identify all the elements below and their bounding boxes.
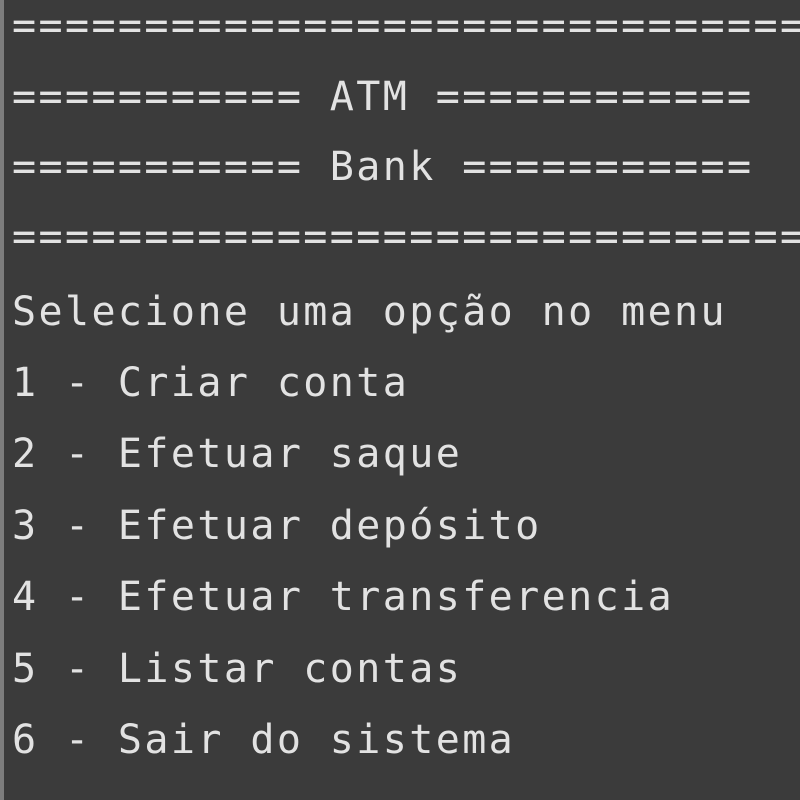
header-border-bottom: ============================== bbox=[12, 214, 800, 260]
header-bank-title: =========== Bank =========== bbox=[12, 144, 754, 190]
menu-option-efetuar-saque: 2 - Efetuar saque bbox=[12, 431, 463, 477]
menu-option-criar-conta: 1 - Criar conta bbox=[12, 360, 410, 406]
menu-option-sair-do-sistema: 6 - Sair do sistema bbox=[12, 717, 516, 763]
menu-option-listar-contas: 5 - Listar contas bbox=[12, 646, 463, 692]
header-border-top: ============================== bbox=[12, 3, 800, 49]
console-left-border bbox=[0, 0, 4, 800]
menu-option-efetuar-deposito: 3 - Efetuar depósito bbox=[12, 503, 542, 549]
menu-prompt: Selecione uma opção no menu bbox=[12, 289, 728, 335]
header-atm-title: =========== ATM ============ bbox=[12, 74, 754, 120]
console-window[interactable]: ============================== =========… bbox=[0, 0, 800, 800]
menu-option-efetuar-transferencia: 4 - Efetuar transferencia bbox=[12, 574, 675, 620]
